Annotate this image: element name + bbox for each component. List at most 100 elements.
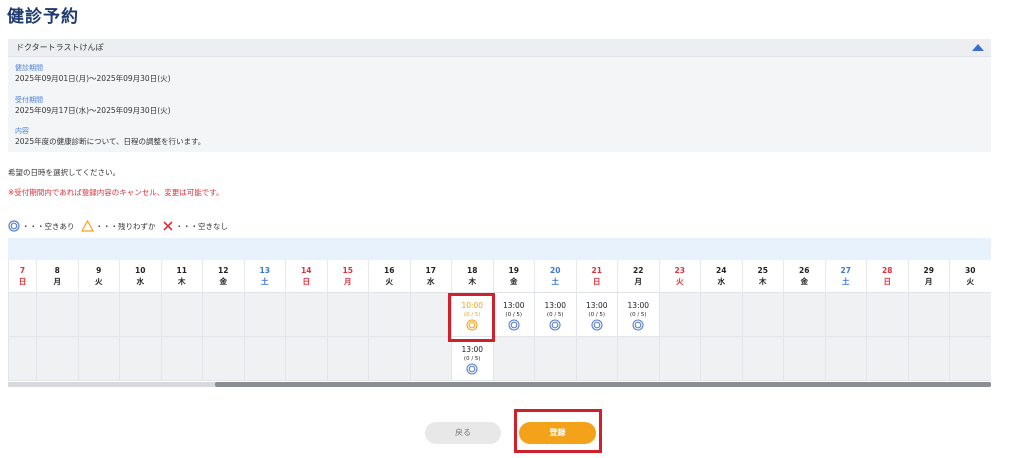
empty-slot-cell [160, 337, 202, 381]
day-weekday: 金 [800, 277, 809, 286]
time-slot[interactable]: 13:00 (0 / 5) [492, 293, 534, 337]
empty-slot-cell [824, 337, 866, 381]
day-weekday: 土 [842, 277, 850, 286]
day-date: 18 [467, 266, 478, 275]
empty-slot-cell [907, 293, 949, 337]
empty-slot-cell [409, 337, 451, 381]
day-weekday: 月 [344, 277, 352, 286]
day-date: 27 [840, 266, 851, 275]
empty-slot-cell [866, 337, 908, 381]
day-date: 13 [259, 266, 270, 275]
day-header: 22 月 [617, 260, 659, 293]
slot-capacity: (0 / 5) [588, 312, 606, 318]
day-date: 11 [176, 266, 187, 275]
double-circle-icon [8, 220, 20, 232]
slot-time: 13:00 [544, 301, 567, 310]
cross-icon [162, 221, 173, 231]
legend-available-label: ・・・空きあり [22, 221, 75, 231]
day-weekday: 日 [302, 277, 311, 286]
time-slot[interactable]: 13:00 (0 / 5) [534, 293, 576, 337]
day-weekday: 木 [759, 277, 767, 286]
empty-slot-cell [741, 337, 783, 381]
slot-time: 13:00 [461, 345, 484, 354]
plan-name: ドクタートラストけんぽ [16, 43, 104, 52]
period-value: 2025年09月01日(月)〜2025年09月30日(火) [15, 74, 171, 83]
reservation-calendar: 7 日 8 月 9 火 10 水 11 木 12 金 13 土 14 日 15 月 16 火 17 水 18 木 10:00 (0… [8, 238, 991, 387]
day-weekday: 月 [53, 277, 62, 286]
day-weekday: 火 [385, 277, 394, 286]
content-value: 2025年度の健康診断について、日程の調整を行います。 [15, 137, 206, 146]
info-panel-header[interactable]: ドクタートラストけんぽ [8, 39, 991, 57]
time-slot[interactable]: 13:00 (0 / 5) [451, 337, 493, 381]
calendar-scrollbar[interactable] [8, 382, 991, 387]
empty-slot-cell [617, 337, 659, 381]
slot-time: 13:00 [627, 301, 650, 310]
day-date: 7 [19, 266, 26, 275]
day-header: 28 日 [866, 260, 908, 293]
empty-slot-cell [658, 293, 700, 337]
slot-capacity: (0 / 5) [463, 356, 481, 362]
slot-capacity: (0 / 5) [463, 312, 481, 318]
double-circle-icon [466, 319, 478, 331]
day-date: 8 [54, 266, 60, 275]
day-header: 16 火 [368, 260, 410, 293]
day-date: 12 [218, 266, 229, 275]
day-date: 25 [757, 266, 768, 275]
time-slot[interactable]: 13:00 (0 / 5) [575, 293, 617, 337]
day-date: 9 [96, 266, 102, 275]
page-title: 健診予約 [7, 7, 79, 27]
day-header: 23 火 [658, 260, 700, 293]
day-header: 29 月 [907, 260, 949, 293]
scrollbar-thumb[interactable] [215, 382, 991, 387]
slot-time: 10:00 [461, 301, 484, 310]
day-header: 27 土 [824, 260, 866, 293]
day-header: 25 木 [741, 260, 783, 293]
day-date: 17 [425, 266, 436, 275]
empty-slot-cell [949, 337, 991, 381]
day-weekday: 金 [510, 277, 518, 286]
empty-slot-cell [36, 337, 78, 381]
day-date: 10 [135, 266, 146, 275]
accept-period-value: 2025年09月17日(水)〜2025年09月30日(火) [15, 106, 171, 115]
triangle-icon [80, 220, 94, 232]
day-header: 19 金 [492, 260, 534, 293]
empty-slot-cell [949, 293, 991, 337]
day-weekday: 木 [178, 277, 186, 286]
empty-slot-cell [783, 337, 825, 381]
collapse-triangle-icon[interactable] [972, 44, 984, 51]
day-weekday: 日 [593, 277, 601, 286]
empty-slot-cell [866, 293, 908, 337]
empty-slot-cell [492, 337, 534, 381]
empty-slot-cell [8, 337, 36, 381]
time-slot[interactable]: 13:00 (0 / 5) [617, 293, 659, 337]
empty-slot-cell [326, 337, 368, 381]
empty-slot-cell [202, 337, 244, 381]
day-weekday: 火 [676, 277, 684, 286]
legend-few-label: ・・・残りわずか [95, 221, 156, 231]
empty-slot-cell [285, 337, 327, 381]
empty-slot-cell [534, 337, 576, 381]
day-date: 21 [591, 266, 602, 275]
register-button[interactable]: 登録 [519, 422, 596, 444]
day-weekday: 日 [18, 277, 27, 286]
empty-slot-cell [77, 293, 119, 337]
day-header: 20 土 [534, 260, 576, 293]
day-weekday: 水 [717, 277, 726, 286]
empty-slot-cell [243, 293, 285, 337]
double-circle-icon [591, 319, 603, 331]
slot-capacity: (0 / 5) [546, 312, 564, 318]
empty-slot-cell [658, 337, 700, 381]
day-date: 26 [799, 266, 810, 275]
day-header: 15 月 [326, 260, 368, 293]
time-slot[interactable]: 10:00 (0 / 5) [451, 293, 493, 337]
day-date: 23 [674, 266, 685, 275]
back-button[interactable]: 戻る [425, 422, 501, 444]
day-header: 13 土 [243, 260, 285, 293]
cancel-notice: ※受付期間内であれば登録内容のキャンセル、変更は可能です。 [8, 188, 224, 197]
empty-slot-cell [700, 337, 742, 381]
info-panel: ドクタートラストけんぽ 健診期間 2025年09月01日(月)〜2025年09月… [8, 39, 991, 152]
day-weekday: 月 [925, 277, 933, 286]
day-weekday: 土 [261, 277, 269, 286]
slot-capacity: (0 / 5) [629, 312, 647, 318]
day-weekday: 月 [634, 277, 643, 286]
